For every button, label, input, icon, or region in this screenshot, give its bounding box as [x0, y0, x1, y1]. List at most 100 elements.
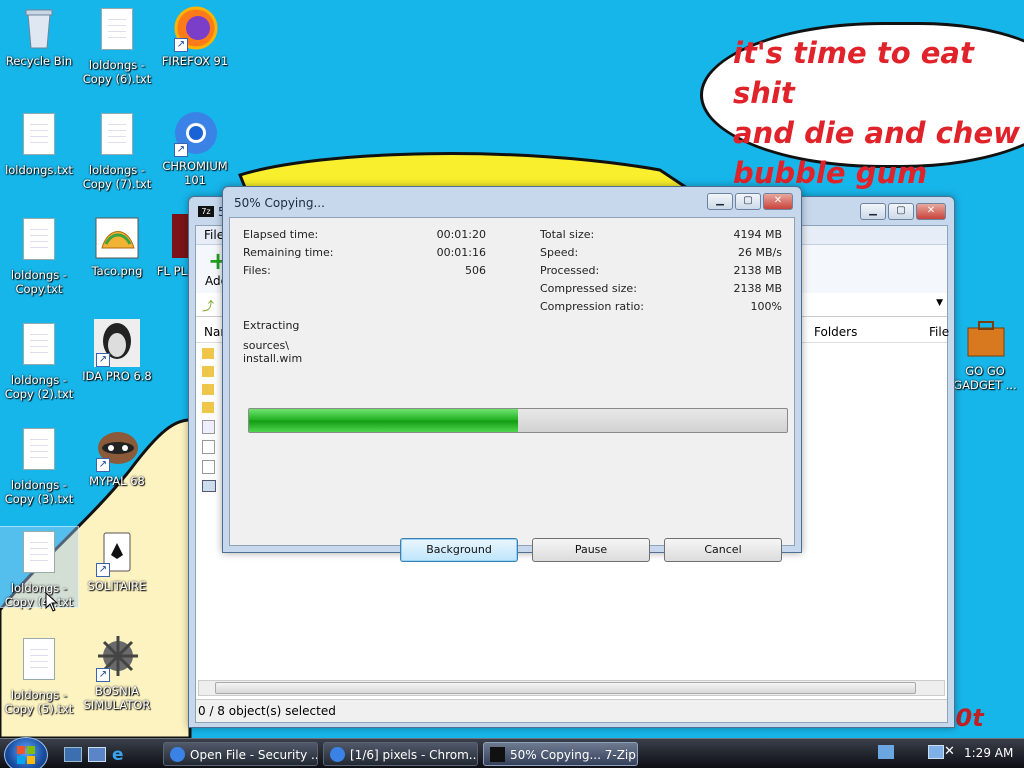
text-file-icon	[16, 531, 62, 579]
compression-ratio-value: 100%	[750, 300, 782, 313]
taskbar-clock[interactable]: 1:29 AM	[964, 746, 1013, 760]
desktop-icon-loldongs-copy[interactable]: loldongs - Copy.txt	[0, 214, 78, 296]
elapsed-time-label: Elapsed time:	[243, 228, 319, 241]
total-size-label: Total size:	[540, 228, 595, 241]
remaining-time-label: Remaining time:	[243, 246, 334, 259]
7zip-app-icon: 7z	[198, 206, 214, 217]
7zip-icon	[490, 747, 505, 762]
shortcut-arrow-icon: ↗	[96, 458, 110, 472]
volume-muted-icon[interactable]: ✕	[944, 744, 955, 759]
mypal-icon: ↗	[94, 424, 140, 472]
firefox-icon: ↗	[172, 4, 218, 52]
column-folders[interactable]: Folders	[814, 325, 857, 339]
pause-button[interactable]: Pause	[532, 538, 650, 562]
monitor-icon[interactable]	[928, 745, 944, 759]
taskbar: e Open File - Security ... [1/6] pixels …	[0, 737, 1024, 768]
speed-value: 26 MB/s	[738, 246, 782, 259]
text-file-icon	[16, 218, 62, 266]
shortcut-arrow-icon: ↗	[174, 38, 188, 52]
windows-logo-icon	[17, 746, 35, 764]
desktop-icon-ida-pro[interactable]: ↗ IDA PRO 6.8	[78, 319, 156, 383]
copy-progress-dialog[interactable]: 50% Copying... ▁ ▢ ✕ Elapsed time: 00:01…	[222, 186, 802, 562]
desktop-icon-taco[interactable]: Taco.png	[78, 214, 156, 278]
status-text: 0 / 8 object(s) selected	[198, 704, 336, 718]
desktop-icon-loldongs[interactable]: loldongs.txt	[0, 109, 78, 177]
compression-ratio-label: Compression ratio:	[540, 300, 644, 313]
folder-icon[interactable]	[202, 384, 214, 395]
files-label: Files:	[243, 264, 271, 277]
close-button[interactable]: ✕	[763, 193, 793, 210]
desktop-icon-loldongs-copy-2[interactable]: loldongs - Copy (2).txt	[0, 319, 78, 401]
desktop-icon-chromium[interactable]: ↗ CHROMIUM 101	[156, 109, 234, 187]
minimize-button[interactable]: ▁	[707, 193, 733, 210]
address-dropdown-icon[interactable]: ▼	[936, 298, 943, 308]
processed-value: 2138 MB	[733, 264, 782, 277]
maximize-button[interactable]: ▢	[888, 203, 914, 220]
desktop-icon-loldongs-copy-7[interactable]: loldongs - Copy (7).txt	[78, 109, 156, 191]
file-icon[interactable]	[202, 440, 215, 454]
system-tray: ✕ 1:29 AM	[872, 739, 1024, 768]
column-files[interactable]: File	[929, 325, 949, 339]
chromium-icon: ↗	[172, 109, 218, 157]
taskbar-button-7zip[interactable]: 50% Copying... 7-Zip	[483, 742, 638, 766]
desktop-icon-solitaire[interactable]: ↗ SOLITAIRE	[78, 529, 156, 593]
close-button[interactable]: ✕	[916, 203, 946, 220]
settings-file-icon[interactable]	[202, 420, 215, 434]
internet-explorer-icon[interactable]: e	[112, 745, 124, 765]
folder-icon[interactable]	[202, 402, 214, 413]
progress-bar-fill	[249, 409, 518, 432]
desktop-icon-firefox[interactable]: ↗ FIREFOX 91	[156, 4, 234, 68]
desktop-icon-loldongs-copy-3[interactable]: loldongs - Copy (3).txt	[0, 424, 78, 506]
shortcut-arrow-icon: ↗	[96, 668, 110, 682]
dialog-titlebar[interactable]: 50% Copying... ▁ ▢ ✕	[223, 187, 801, 215]
text-file-icon	[94, 113, 140, 161]
scrollbar-thumb[interactable]	[215, 682, 916, 694]
background-button[interactable]: Background	[400, 538, 518, 562]
compressed-size-value: 2138 MB	[733, 282, 782, 295]
image-icon	[94, 214, 140, 262]
desktop-icon-bosnia-simulator[interactable]: ↗ BOSNIA SIMULATOR	[78, 634, 156, 712]
show-desktop-icon[interactable]	[64, 747, 82, 762]
progress-bar	[248, 408, 788, 433]
current-file: install.wim	[243, 352, 303, 365]
ida-pro-icon: ↗	[94, 319, 140, 367]
remaining-time-value: 00:01:16	[436, 246, 486, 259]
desktop-icon-mypal[interactable]: ↗ MYPAL 68	[78, 424, 156, 488]
start-button[interactable]	[4, 737, 48, 768]
desktop-icon-loldongs-copy-6[interactable]: loldongs - Copy (6).txt	[78, 4, 156, 86]
wallpaper-caption: it's time to eat shit and die and chew b…	[733, 36, 1020, 190]
taskbar-button-chromium[interactable]: [1/6] pixels - Chrom...	[323, 742, 478, 766]
files-value: 506	[465, 264, 486, 277]
solitaire-icon: ↗	[94, 529, 140, 577]
dialog-body: Elapsed time: 00:01:20 Remaining time: 0…	[229, 217, 795, 562]
switch-windows-icon[interactable]	[88, 747, 106, 762]
file-list	[202, 348, 218, 492]
file-icon[interactable]	[202, 460, 215, 474]
maximize-button[interactable]: ▢	[735, 193, 761, 210]
folder-icon[interactable]	[202, 348, 214, 359]
recycle-bin-icon	[16, 4, 62, 52]
shortcut-arrow-icon: ↗	[96, 563, 110, 577]
elapsed-time-value: 00:01:20	[436, 228, 486, 241]
desktop-icon-recycle-bin[interactable]: Recycle Bin	[0, 4, 78, 68]
mouse-cursor-icon	[45, 592, 59, 612]
desktop-icon-loldongs-copy-5[interactable]: loldongs - Copy (5).txt	[0, 634, 78, 716]
briefcase-icon	[962, 314, 1008, 362]
text-file-icon	[16, 323, 62, 371]
network-icon[interactable]	[878, 745, 894, 759]
folder-icon[interactable]	[202, 366, 214, 377]
desktop-icon-go-go-gadget[interactable]: GO GO GADGET ...	[946, 314, 1024, 392]
desktop-icon-loldongs-copy-4[interactable]: loldongs - Copy (4).txt	[0, 526, 79, 609]
horizontal-scrollbar[interactable]	[198, 680, 945, 696]
text-file-icon	[16, 638, 62, 686]
chromium-icon	[170, 747, 185, 762]
app-file-icon[interactable]	[202, 480, 216, 492]
cancel-button[interactable]: Cancel	[664, 538, 782, 562]
text-file-icon	[16, 113, 62, 161]
taskbar-button-open-file[interactable]: Open File - Security ...	[163, 742, 318, 766]
current-path: sources\	[243, 339, 289, 352]
up-folder-icon[interactable]: ⤴	[202, 297, 214, 314]
minimize-button[interactable]: ▁	[860, 203, 886, 220]
status-bar: 0 / 8 object(s) selected	[196, 699, 947, 722]
shortcut-arrow-icon: ↗	[96, 353, 110, 367]
